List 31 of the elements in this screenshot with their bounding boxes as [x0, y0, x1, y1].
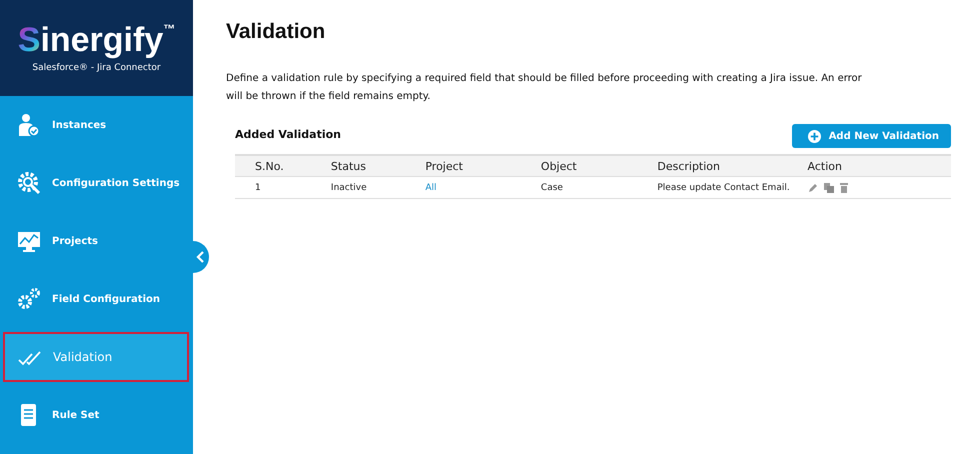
tagline: Salesforce® - Jira Connector — [32, 63, 161, 73]
add-button[interactable]: Add New Validation — [792, 124, 951, 148]
gear-wrench-icon — [16, 170, 42, 196]
column-header: S.No. — [235, 155, 331, 176]
edit-icon[interactable] — [808, 182, 818, 192]
column-header: Object — [540, 155, 658, 176]
sidebar-item[interactable]: Rule Set — [0, 386, 193, 444]
table-cell: Inactive — [330, 182, 367, 192]
description: Define a validation rule by specifying a required field that should be filled before proceeding with creating a Jira issue. An error will be thrown if the field remains empty. — [226, 72, 863, 104]
chevron-left-icon — [196, 251, 206, 263]
column-header: Project — [425, 155, 541, 176]
sidebar-item[interactable]: Validation — [3, 332, 189, 382]
delete-icon[interactable] — [840, 182, 848, 192]
table-cell: 1 — [255, 182, 261, 192]
page-title: Validation — [226, 20, 326, 44]
sidebar-item[interactable]: Configuration Settings — [0, 154, 193, 212]
project-link[interactable]: All — [425, 182, 437, 192]
sidebar-item[interactable]: Projects — [0, 212, 193, 270]
column-header: Action — [808, 155, 951, 176]
table-cell: Please update Contact Email. — [657, 182, 790, 192]
sidebar-item[interactable]: Field Configuration — [0, 270, 193, 328]
collapse-button[interactable] — [193, 241, 209, 273]
column-header: Status — [330, 155, 426, 176]
logo: Sinergify™ — [18, 23, 176, 57]
section-title: Added Validation — [235, 128, 342, 141]
sidebar-item[interactable]: Instances — [0, 96, 193, 154]
column-header: Description — [657, 155, 808, 176]
table-cell: Case — [540, 182, 563, 192]
copy-icon[interactable] — [824, 182, 834, 192]
gears-icon — [16, 286, 42, 312]
plus-icon — [808, 130, 821, 142]
